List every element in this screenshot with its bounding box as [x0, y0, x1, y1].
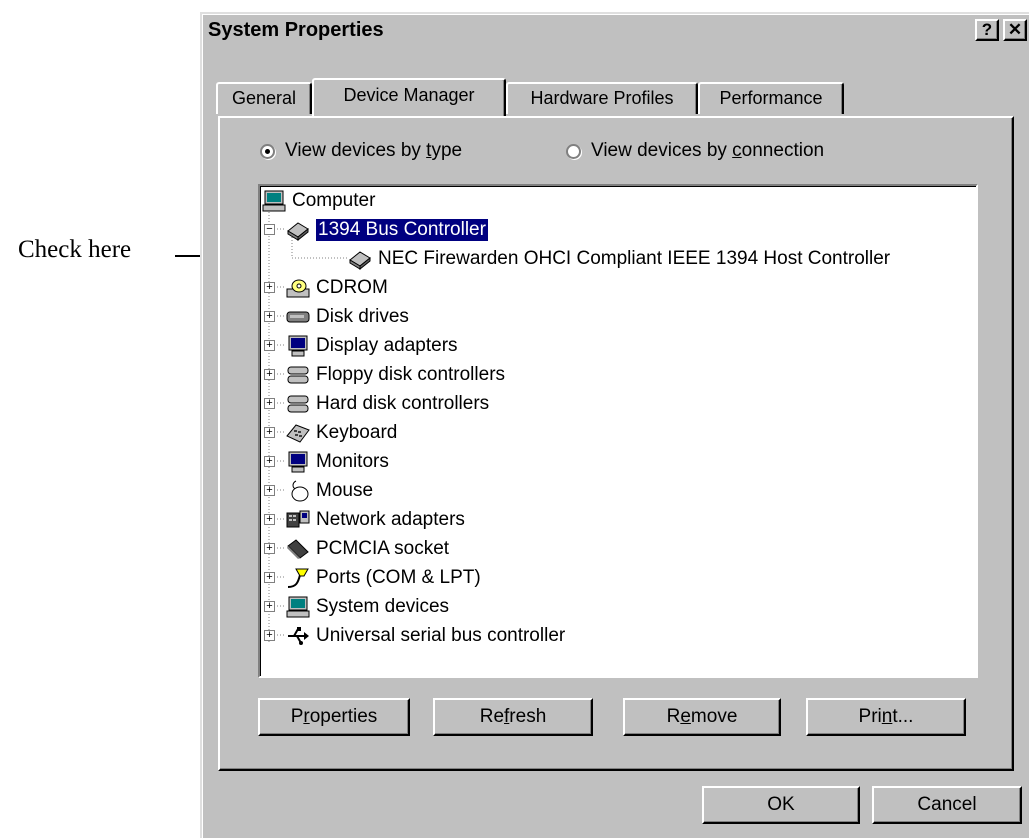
expander-hard-disk[interactable]: + [264, 398, 275, 409]
controller-card-icon [349, 250, 371, 270]
expander-cdrom[interactable]: + [264, 282, 275, 293]
expander-disk-drives[interactable]: + [264, 311, 275, 322]
view-by-type-label: View devices by type [285, 140, 463, 161]
tree-label-1394: 1394 Bus Controller [315, 217, 489, 242]
expander-pcmcia[interactable]: + [264, 543, 275, 554]
port-icon [287, 568, 309, 588]
expander-display-adapters[interactable]: + [264, 340, 275, 351]
title-bar[interactable]: System Properties ? ✕ [204, 16, 1029, 44]
tab-device-manager[interactable]: Device Manager [312, 78, 506, 116]
ok-button[interactable]: OK [702, 786, 860, 824]
keyboard-icon [286, 423, 310, 443]
expander-ports[interactable]: + [264, 572, 275, 583]
disk-drive-icon [286, 311, 310, 322]
display-adapter-icon [288, 335, 308, 356]
view-by-type-radio[interactable] [260, 143, 275, 159]
tab-performance[interactable]: Performance [698, 82, 844, 114]
tree-item-keyboard[interactable]: Keyboard [286, 418, 397, 447]
tree-item-disk-drives[interactable]: Disk drives [286, 302, 409, 331]
expander-1394[interactable]: − [264, 224, 275, 235]
tree-item-ports[interactable]: Ports (COM & LPT) [286, 563, 481, 592]
tree-item-mouse[interactable]: Mouse [286, 476, 373, 505]
tree-item-1394-bus-controller[interactable]: 1394 Bus Controller [286, 215, 489, 244]
floppy-controller-icon [287, 366, 309, 383]
view-by-connection-option[interactable]: View devices by connection [566, 140, 824, 162]
usb-icon [288, 626, 309, 645]
window-title: System Properties [208, 19, 384, 41]
device-manager-panel: View devices by type View devices by con… [218, 116, 1014, 771]
system-device-icon [286, 596, 310, 617]
tree-item-nec-firewarden[interactable]: NEC Firewarden OHCI Compliant IEEE 1394 … [348, 244, 890, 273]
cdrom-icon [286, 279, 310, 297]
properties-button[interactable]: Properties [258, 698, 410, 736]
expander-monitors[interactable]: + [264, 456, 275, 467]
hard-disk-controller-icon [287, 395, 309, 412]
tree-item-computer[interactable]: Computer [262, 186, 375, 215]
system-properties-window: System Properties ? ✕ General Device Man… [200, 12, 1029, 838]
tree-item-usb-controller[interactable]: Universal serial bus controller [286, 621, 565, 650]
network-adapter-icon [286, 510, 310, 527]
help-button[interactable]: ? [975, 19, 999, 41]
device-tree[interactable]: Computer − 1394 Bus Controller NEC Firew… [258, 184, 978, 678]
annotation-label: Check here [18, 236, 132, 263]
tree-item-pcmcia-socket[interactable]: PCMCIA socket [286, 534, 449, 563]
tree-item-display-adapters[interactable]: Display adapters [286, 331, 458, 360]
tree-item-system-devices[interactable]: System devices [286, 592, 449, 621]
mouse-icon [291, 480, 309, 501]
tab-general[interactable]: General [216, 82, 312, 114]
expander-mouse[interactable]: + [264, 485, 275, 496]
expander-network[interactable]: + [264, 514, 275, 525]
tree-item-hard-disk-controllers[interactable]: Hard disk controllers [286, 389, 489, 418]
refresh-button[interactable]: Refresh [433, 698, 593, 736]
view-by-connection-radio[interactable] [566, 143, 581, 159]
computer-icon [262, 190, 286, 211]
expander-usb[interactable]: + [264, 630, 275, 641]
cancel-button[interactable]: Cancel [872, 786, 1022, 824]
tree-item-floppy-disk-controllers[interactable]: Floppy disk controllers [286, 360, 505, 389]
tab-hardware-profiles[interactable]: Hardware Profiles [506, 82, 698, 114]
tree-item-network-adapters[interactable]: Network adapters [286, 505, 465, 534]
expander-system-devices[interactable]: + [264, 601, 275, 612]
view-by-type-option[interactable]: View devices by type [260, 140, 462, 162]
view-by-connection-label: View devices by connection [591, 140, 825, 161]
tree-item-monitors[interactable]: Monitors [286, 447, 389, 476]
close-button[interactable]: ✕ [1003, 19, 1027, 41]
monitor-icon [288, 451, 308, 472]
controller-card-icon [287, 221, 309, 241]
expander-keyboard[interactable]: + [264, 427, 275, 438]
expander-floppy[interactable]: + [264, 369, 275, 380]
print-button[interactable]: Print... [806, 698, 966, 736]
remove-button[interactable]: Remove [623, 698, 781, 736]
tree-item-cdrom[interactable]: CDROM [286, 273, 388, 302]
pcmcia-icon [287, 538, 309, 559]
